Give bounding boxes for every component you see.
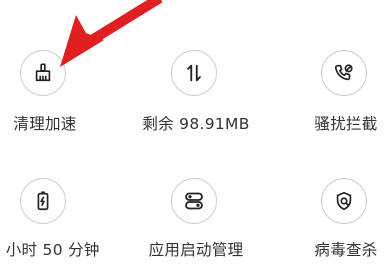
tool-app-launch[interactable]: 应用启动管理 — [131, 0, 261, 259]
tool-label: 应用启动管理 — [148, 241, 244, 259]
tool-battery[interactable]: 9 小时 50 分钟 — [0, 0, 110, 259]
battery-charging-icon[interactable] — [20, 178, 66, 224]
phone-manager-tools-grid: 清理加速 剩余 98.91MB 骚扰拦截 9 小时 50 分钟 应用启动管理 病… — [0, 0, 392, 274]
tool-virus-scan[interactable]: 病毒查杀 — [281, 0, 392, 259]
virus-scan-shield-icon[interactable] — [321, 178, 367, 224]
toggle-switches-icon[interactable] — [171, 178, 217, 224]
tool-label: 病毒查杀 — [314, 241, 378, 259]
